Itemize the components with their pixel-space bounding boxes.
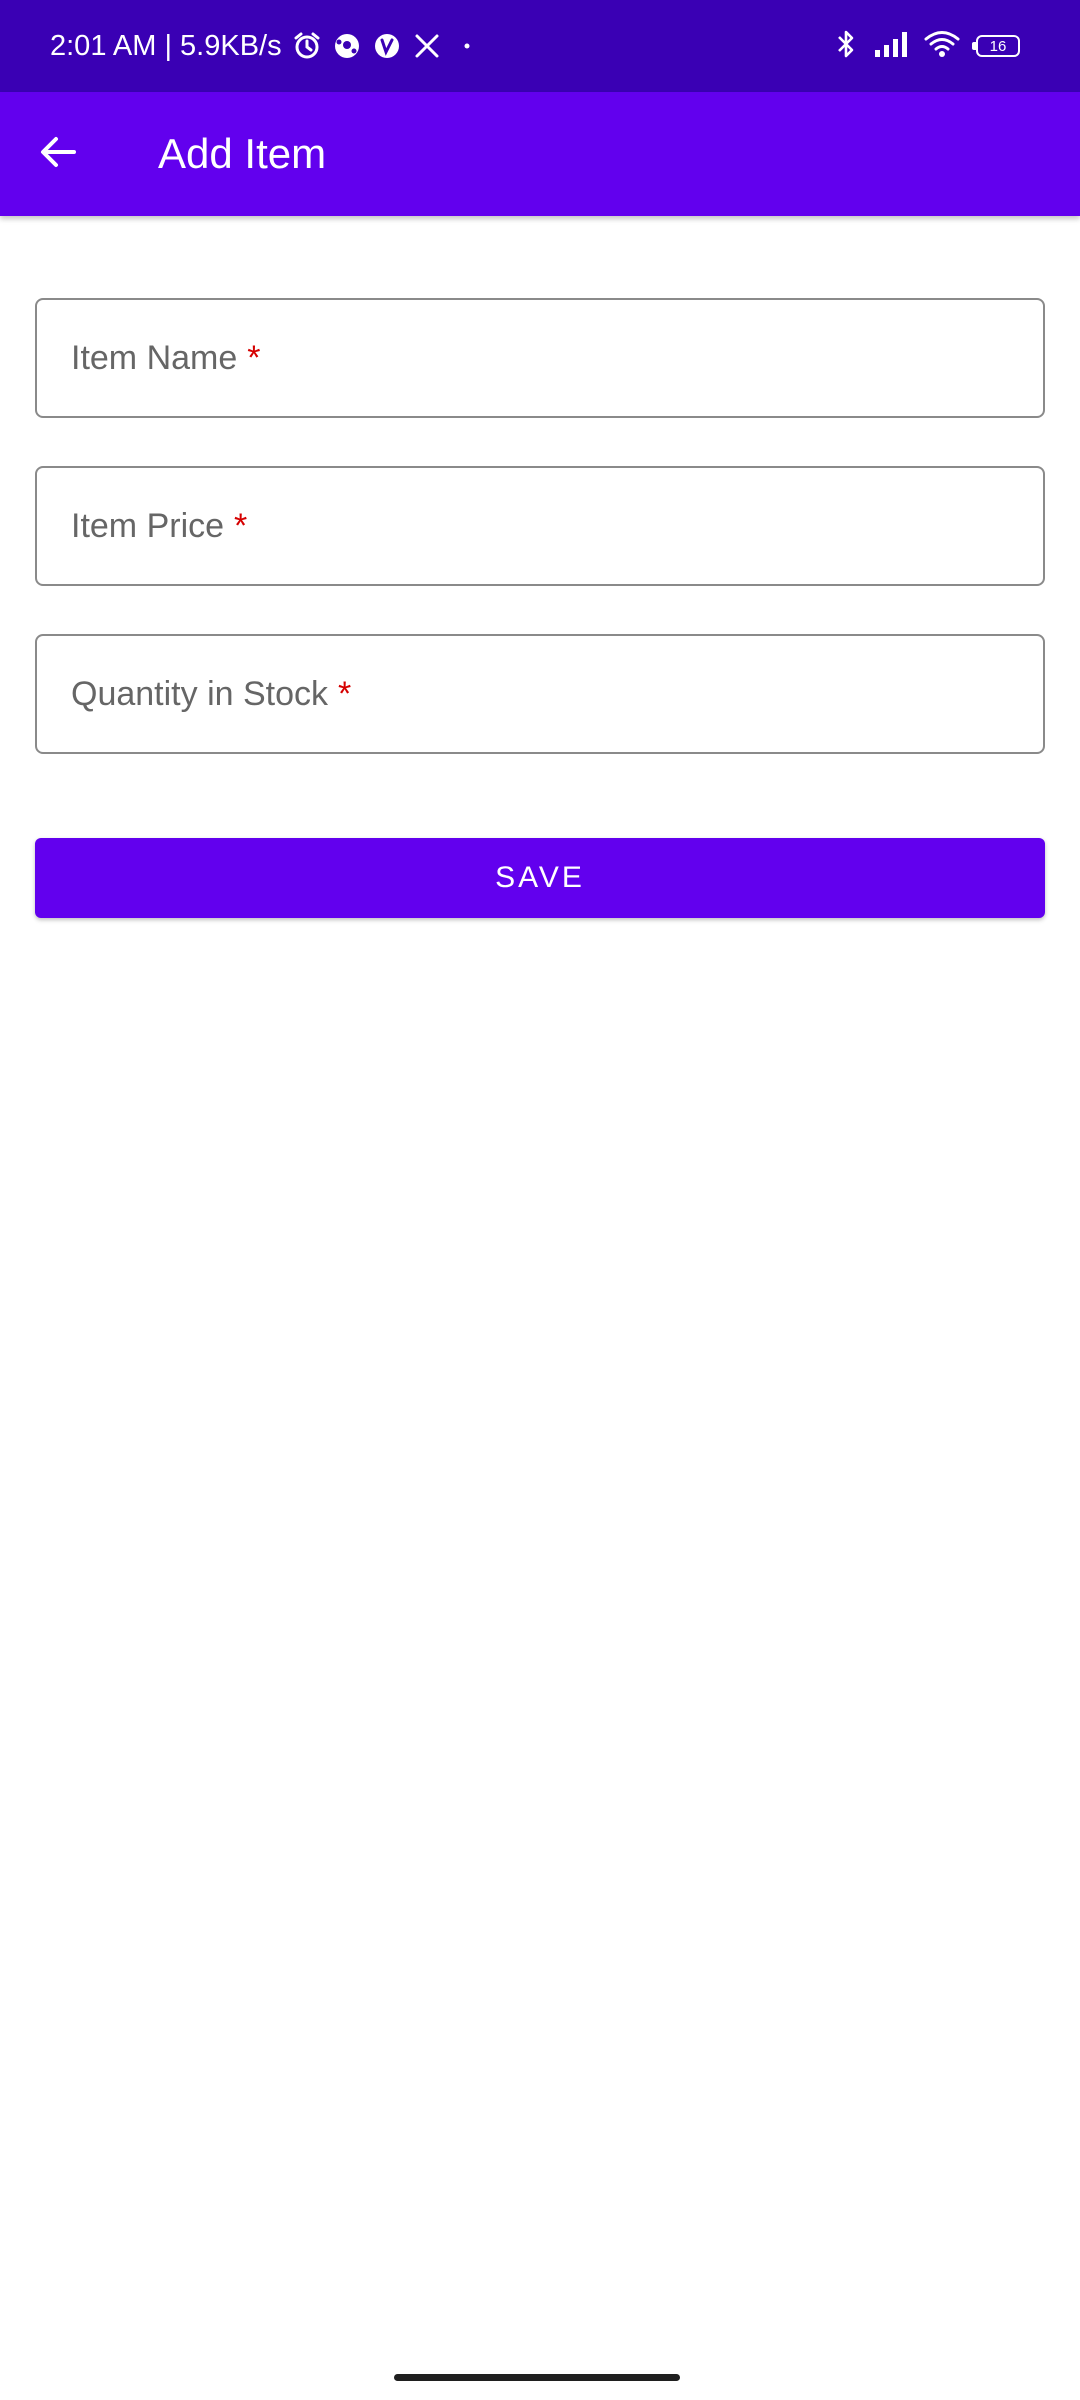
quantity-field[interactable]: Quantity in Stock * bbox=[35, 634, 1045, 754]
app-icon bbox=[372, 31, 402, 61]
ball-icon bbox=[332, 31, 362, 61]
battery-icon: 16 bbox=[972, 35, 1020, 57]
battery-level: 16 bbox=[989, 37, 1007, 55]
status-right: 16 bbox=[834, 0, 1020, 92]
required-marker: * bbox=[338, 674, 352, 713]
dot-icon bbox=[452, 31, 482, 61]
alarm-icon bbox=[292, 31, 322, 61]
item-price-field[interactable]: Item Price * bbox=[35, 466, 1045, 586]
signal-icon bbox=[874, 30, 908, 63]
item-name-field[interactable]: Item Name * bbox=[35, 298, 1045, 418]
status-left: 2:01 AM | 5.9KB/s bbox=[50, 0, 482, 92]
item-name-label: Item Name bbox=[71, 338, 238, 377]
app-bar: Add Item bbox=[0, 92, 1080, 216]
page-title: Add Item bbox=[158, 130, 327, 177]
wifi-icon bbox=[924, 30, 960, 63]
save-button[interactable]: SAVE bbox=[35, 838, 1045, 918]
bluetooth-icon bbox=[834, 29, 858, 64]
quantity-label: Quantity in Stock bbox=[71, 674, 329, 713]
item-price-label: Item Price bbox=[71, 506, 225, 545]
required-marker: * bbox=[234, 506, 248, 545]
status-time-network: 2:01 AM | 5.9KB/s bbox=[50, 29, 282, 62]
back-button[interactable] bbox=[26, 122, 90, 186]
home-indicator[interactable] bbox=[394, 2374, 680, 2381]
required-marker: * bbox=[247, 338, 261, 377]
x-icon bbox=[412, 31, 442, 61]
arrow-back-icon bbox=[38, 132, 78, 177]
status-bar: 2:01 AM | 5.9KB/s 16 bbox=[0, 0, 1080, 92]
